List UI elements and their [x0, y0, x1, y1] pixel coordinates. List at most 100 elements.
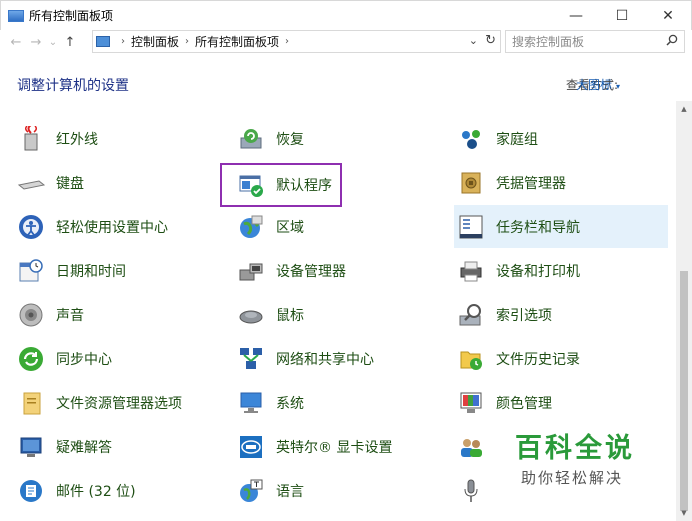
recovery-icon [236, 124, 266, 154]
item-label: 邮件 (32 位) [56, 484, 136, 500]
scroll-down-arrow-icon[interactable]: ▼ [676, 505, 692, 521]
item-mouse[interactable]: 鼠标 [236, 298, 304, 332]
window-title: 所有控制面板项 [29, 9, 114, 23]
item-file-explorer-options[interactable]: 文件资源管理器选项 [16, 386, 182, 420]
item-label: 设备和打印机 [496, 264, 580, 280]
sound-icon [16, 300, 46, 330]
scroll-up-arrow-icon[interactable]: ▲ [676, 101, 692, 117]
item-device-manager[interactable]: 设备管理器 [236, 254, 346, 288]
item-intel-graphics[interactable]: 英特尔® 显卡设置 [236, 430, 392, 464]
item-default-programs[interactable]: 默认程序 [220, 163, 342, 207]
infrared-icon [16, 124, 46, 154]
item-label: 轻松使用设置中心 [56, 220, 168, 236]
item-devices-printers[interactable]: 设备和打印机 [456, 254, 580, 288]
breadcrumb-control-panel[interactable]: 控制面板 [131, 33, 179, 50]
item-label: 文件历史记录 [496, 352, 580, 368]
breadcrumb-separator: › [121, 36, 125, 47]
credential-manager-icon [456, 168, 486, 198]
address-dropdown-button[interactable]: ⌄ [469, 34, 478, 47]
close-button[interactable]: ✕ [645, 1, 691, 31]
item-label: 任务栏和导航 [496, 219, 580, 236]
item-language[interactable]: 语言 [236, 474, 304, 508]
sync-center-icon [16, 344, 46, 374]
indexing-options-icon [456, 300, 486, 330]
watermark-title: 百科全说 [515, 433, 635, 464]
item-label: 红外线 [56, 132, 98, 148]
item-label: 语言 [276, 484, 304, 500]
item-label: 疑难解答 [56, 440, 112, 456]
item-keyboard[interactable]: 键盘 [16, 166, 84, 200]
mouse-icon [236, 300, 266, 330]
item-label: 凭据管理器 [496, 176, 566, 192]
breadcrumb-separator: › [285, 36, 290, 47]
mail-icon [16, 476, 46, 506]
speech-recognition-icon [456, 476, 486, 506]
item-network-sharing[interactable]: 网络和共享中心 [236, 342, 374, 376]
item-homegroup[interactable]: 家庭组 [456, 122, 538, 156]
search-icon[interactable] [666, 34, 678, 46]
breadcrumb-separator: › [185, 36, 190, 47]
watermark-subtitle: 助你轻松解决 [521, 469, 624, 487]
item-system[interactable]: 系统 [236, 386, 304, 420]
watermark: 百科全说 助你轻松解决 [515, 426, 655, 496]
item-label: 键盘 [56, 176, 84, 192]
item-infrared[interactable]: 红外线 [16, 122, 98, 156]
item-ease-of-access[interactable]: 轻松使用设置中心 [16, 210, 168, 244]
ease-of-access-icon [16, 212, 46, 242]
item-label: 声音 [56, 308, 84, 324]
minimize-button[interactable]: — [553, 1, 599, 31]
folder-options-icon [16, 388, 46, 418]
item-label: 英特尔® 显卡设置 [276, 440, 393, 456]
item-label: 恢复 [276, 132, 304, 148]
default-programs-icon [236, 170, 266, 200]
window-controls: — ☐ ✕ [553, 1, 691, 31]
navigation-bar: ← → ⌄ ↑ › 控制面板 › 所有控制面板项 › ⌄ ↻ 搜索控制面板 [0, 30, 692, 54]
item-sync-center[interactable]: 同步中心 [16, 342, 112, 376]
item-label: 索引选项 [496, 308, 552, 324]
item-label: 区域 [276, 220, 304, 236]
device-manager-icon [236, 256, 266, 286]
control-panel-icon [96, 36, 110, 47]
item-taskbar-navigation[interactable]: 任务栏和导航 [454, 205, 668, 248]
region-icon [236, 212, 266, 242]
item-indexing-options[interactable]: 索引选项 [456, 298, 552, 332]
item-speech-recognition[interactable] [456, 474, 496, 508]
forward-button[interactable]: → [26, 30, 46, 54]
scrollbar-thumb[interactable] [680, 271, 688, 511]
item-user-accounts[interactable] [456, 430, 496, 464]
item-label: 日期和时间 [56, 264, 126, 280]
item-recovery[interactable]: 恢复 [236, 122, 304, 156]
item-label: 同步中心 [56, 352, 112, 368]
system-icon [236, 388, 266, 418]
item-sound[interactable]: 声音 [16, 298, 84, 332]
chevron-down-icon: ▾ [616, 82, 621, 91]
view-by-value: 大图标 [576, 78, 613, 92]
language-icon [236, 476, 266, 506]
item-label: 鼠标 [276, 308, 304, 324]
item-region[interactable]: 区域 [236, 210, 304, 244]
vertical-scrollbar[interactable]: ▲ ▼ [676, 101, 692, 521]
item-credential-manager[interactable]: 凭据管理器 [456, 166, 566, 200]
item-file-history[interactable]: 文件历史记录 [456, 342, 580, 376]
back-button[interactable]: ← [6, 30, 26, 54]
item-mail[interactable]: 邮件 (32 位) [16, 474, 136, 508]
intel-graphics-icon [236, 432, 266, 462]
item-color-management[interactable]: 颜色管理 [456, 386, 552, 420]
item-troubleshooting[interactable]: 疑难解答 [16, 430, 112, 464]
page-heading: 调整计算机的设置 [17, 78, 129, 94]
network-sharing-icon [236, 344, 266, 374]
devices-printers-icon [456, 256, 486, 286]
recent-locations-button[interactable]: ⌄ [46, 30, 60, 54]
up-button[interactable]: ↑ [60, 30, 80, 54]
refresh-button[interactable]: ↻ [485, 33, 496, 48]
view-by-dropdown[interactable]: 大图标 ▾ [576, 76, 620, 93]
user-accounts-icon [456, 432, 486, 462]
homegroup-icon [456, 124, 486, 154]
search-input[interactable]: 搜索控制面板 [505, 30, 685, 53]
address-bar[interactable]: › 控制面板 › 所有控制面板项 › ⌄ ↻ [92, 30, 501, 53]
item-label: 颜色管理 [496, 396, 552, 412]
item-date-time[interactable]: 日期和时间 [16, 254, 126, 288]
breadcrumb-all-items[interactable]: 所有控制面板项 [195, 33, 279, 50]
file-history-icon [456, 344, 486, 374]
maximize-button[interactable]: ☐ [599, 1, 645, 31]
